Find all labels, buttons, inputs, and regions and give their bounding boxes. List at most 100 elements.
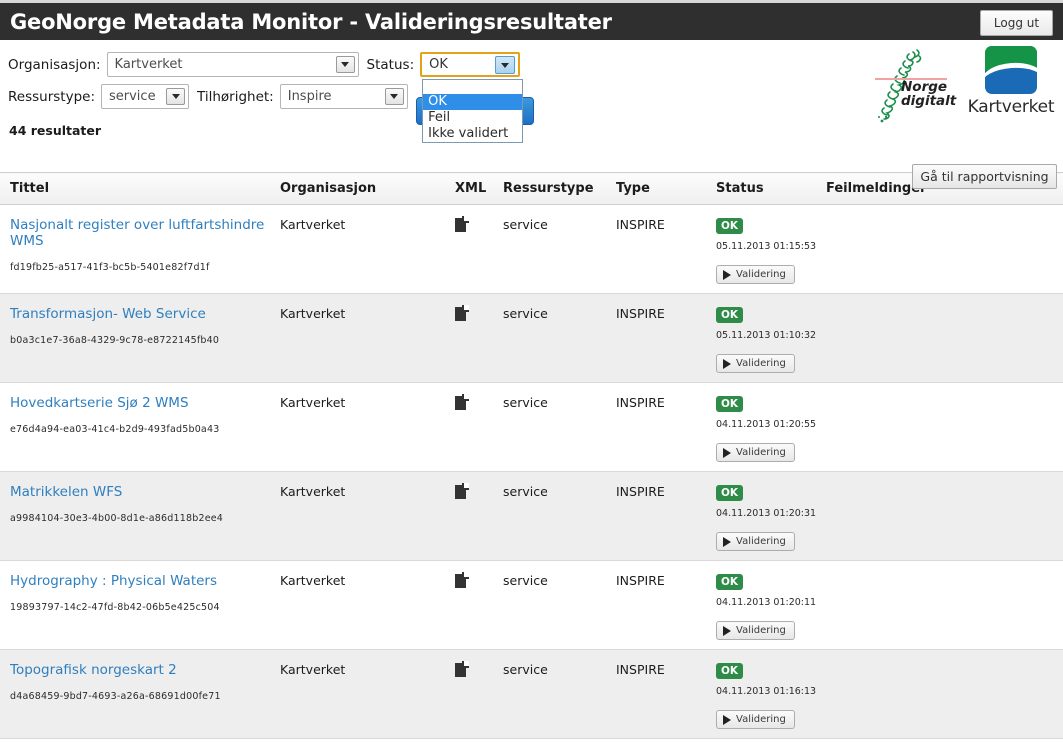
xml-document-icon[interactable] (455, 483, 469, 499)
table-header-row: Tittel Organisasjon XML Ressurstype Type… (0, 172, 1063, 205)
organisasjon-label: Organisasjon: (8, 56, 101, 73)
table-row: Matrikkelen WFS a9984104-30e3-4b00-8d1e-… (0, 471, 1063, 561)
metadata-title-link[interactable]: Matrikkelen WFS (10, 484, 122, 500)
metadata-uuid: fd19fb25-a517-41f3-bc5b-5401e82f7d1f (10, 262, 210, 273)
xml-document-icon[interactable] (455, 572, 469, 588)
status-option-blank[interactable] (423, 80, 522, 94)
cell-type: INSPIRE (606, 293, 706, 383)
type-value: INSPIRE (616, 662, 665, 677)
cell-xml (445, 649, 493, 739)
cell-organisasjon: Kartverket (270, 204, 445, 294)
cell-ressurstype: service (493, 293, 606, 383)
status-badge: OK (716, 574, 744, 590)
logout-button[interactable]: Logg ut (980, 10, 1053, 36)
organisasjon-value: Kartverket (280, 484, 346, 499)
status-badge: OK (716, 218, 744, 234)
validering-button[interactable]: Validering (716, 532, 795, 551)
play-icon (723, 269, 731, 280)
table-row: Hovedkartserie Sjø 2 WMS e76d4a94-ea03-4… (0, 382, 1063, 472)
xml-document-icon[interactable] (455, 305, 469, 321)
ressurstype-value: service (503, 573, 548, 588)
metadata-title-link[interactable]: Hovedkartserie Sjø 2 WMS (10, 395, 189, 411)
ressurstype-label: Ressurstype: (8, 88, 95, 105)
organisasjon-value: Kartverket (280, 395, 346, 410)
column-header-ressurstype[interactable]: Ressurstype (493, 172, 606, 205)
metadata-title-link[interactable]: Topografisk norgeskart 2 (10, 662, 177, 678)
cell-status: OK 05.11.2013 01:10:32 Validering (706, 293, 816, 383)
norge-digitalt-wordmark: Norge digitalt (901, 80, 956, 108)
validering-button-label: Validering (736, 447, 786, 458)
metadata-title-link[interactable]: Nasjonalt register over luftfartshindre … (10, 217, 264, 249)
type-value: INSPIRE (616, 484, 665, 499)
cell-xml (445, 204, 493, 294)
metadata-title-link[interactable]: Transformasjon- Web Service (10, 306, 206, 322)
cell-organisasjon: Kartverket (270, 471, 445, 561)
column-header-xml[interactable]: XML (445, 172, 493, 205)
cell-tittel: Hydrography : Physical Waters 19893797-1… (0, 560, 270, 650)
status-badge: OK (716, 307, 744, 323)
cell-organisasjon: Kartverket (270, 560, 445, 650)
validering-button[interactable]: Validering (716, 354, 795, 373)
chevron-down-icon (166, 88, 185, 105)
table-row: Hydrography : Physical Waters 19893797-1… (0, 560, 1063, 650)
column-header-status[interactable]: Status (706, 172, 816, 205)
cell-status: OK 04.11.2013 01:20:55 Validering (706, 382, 816, 472)
validering-button[interactable]: Validering (716, 443, 795, 462)
metadata-title-link[interactable]: Hydrography : Physical Waters (10, 573, 217, 589)
status-dropdown-list[interactable]: OK Feil Ikke validert (422, 79, 524, 143)
chevron-down-icon (495, 56, 516, 74)
results-table: Tittel Organisasjon XML Ressurstype Type… (0, 172, 1063, 739)
column-header-organisasjon[interactable]: Organisasjon (270, 172, 445, 205)
play-icon (723, 358, 731, 369)
cell-type: INSPIRE (606, 204, 706, 294)
metadata-uuid: e76d4a94-ea03-41c4-b2d9-493fad5b0a43 (10, 424, 220, 435)
results-table-body: Nasjonalt register over luftfartshindre … (0, 204, 1063, 739)
ressurstype-value: service (503, 662, 548, 677)
organisasjon-value: Kartverket (280, 217, 346, 232)
cell-feilmeldinger (816, 649, 1063, 739)
ressurstype-select[interactable]: service (101, 84, 189, 109)
ressurstype-value: service (503, 484, 548, 499)
column-header-type[interactable]: Type (606, 172, 706, 205)
tilhorighet-select[interactable]: Inspire (279, 84, 408, 109)
validering-button[interactable]: Validering (716, 710, 795, 729)
xml-document-icon[interactable] (455, 394, 469, 410)
status-option-ikke-validert[interactable]: Ikke validert (423, 126, 522, 142)
filter-panel: Organisasjon: Kartverket Status: OK OK F… (0, 40, 1063, 189)
xml-document-icon[interactable] (455, 216, 469, 232)
validation-timestamp: 04.11.2013 01:16:13 (716, 686, 817, 697)
table-row: Transformasjon- Web Service b0a3c1e7-36a… (0, 293, 1063, 383)
status-badge: OK (716, 396, 744, 412)
status-select[interactable]: OK (420, 52, 521, 77)
cell-organisasjon: Kartverket (270, 382, 445, 472)
type-value: INSPIRE (616, 395, 665, 410)
validering-button-label: Validering (736, 358, 786, 369)
ressurstype-value: service (503, 306, 548, 321)
validering-button-label: Validering (736, 714, 786, 725)
cell-ressurstype: service (493, 382, 606, 472)
metadata-uuid: a9984104-30e3-4b00-8d1e-a86d118b2ee4 (10, 513, 224, 524)
play-icon (723, 625, 731, 636)
organisasjon-select[interactable]: Kartverket (106, 52, 359, 77)
validering-button[interactable]: Validering (716, 621, 795, 640)
metadata-uuid: 19893797-14c2-47fd-8b42-06b5e425c504 (10, 602, 220, 613)
validation-timestamp: 04.11.2013 01:20:31 (716, 508, 817, 519)
cell-xml (445, 382, 493, 472)
go-to-report-button[interactable]: Gå til rapportvisning (912, 164, 1057, 189)
xml-document-icon[interactable] (455, 661, 469, 677)
results-count: 44 resultater (9, 123, 102, 138)
cell-tittel: Hovedkartserie Sjø 2 WMS e76d4a94-ea03-4… (0, 382, 270, 472)
cell-organisasjon: Kartverket (270, 293, 445, 383)
ressurstype-value: service (503, 395, 548, 410)
status-badge: OK (716, 663, 744, 679)
status-option-ok[interactable]: OK (423, 94, 523, 110)
tilhorighet-label: Tilhørighet: (197, 88, 274, 105)
cell-type: INSPIRE (606, 649, 706, 739)
validering-button[interactable]: Validering (716, 265, 795, 284)
cell-status: OK 04.11.2013 01:16:13 Validering (706, 649, 817, 739)
app-header: GeoNorge Metadata Monitor - Valideringsr… (0, 0, 1063, 40)
status-option-feil[interactable]: Feil (423, 110, 522, 126)
column-header-tittel[interactable]: Tittel (0, 172, 270, 205)
cell-type: INSPIRE (606, 471, 706, 561)
type-value: INSPIRE (616, 306, 665, 321)
